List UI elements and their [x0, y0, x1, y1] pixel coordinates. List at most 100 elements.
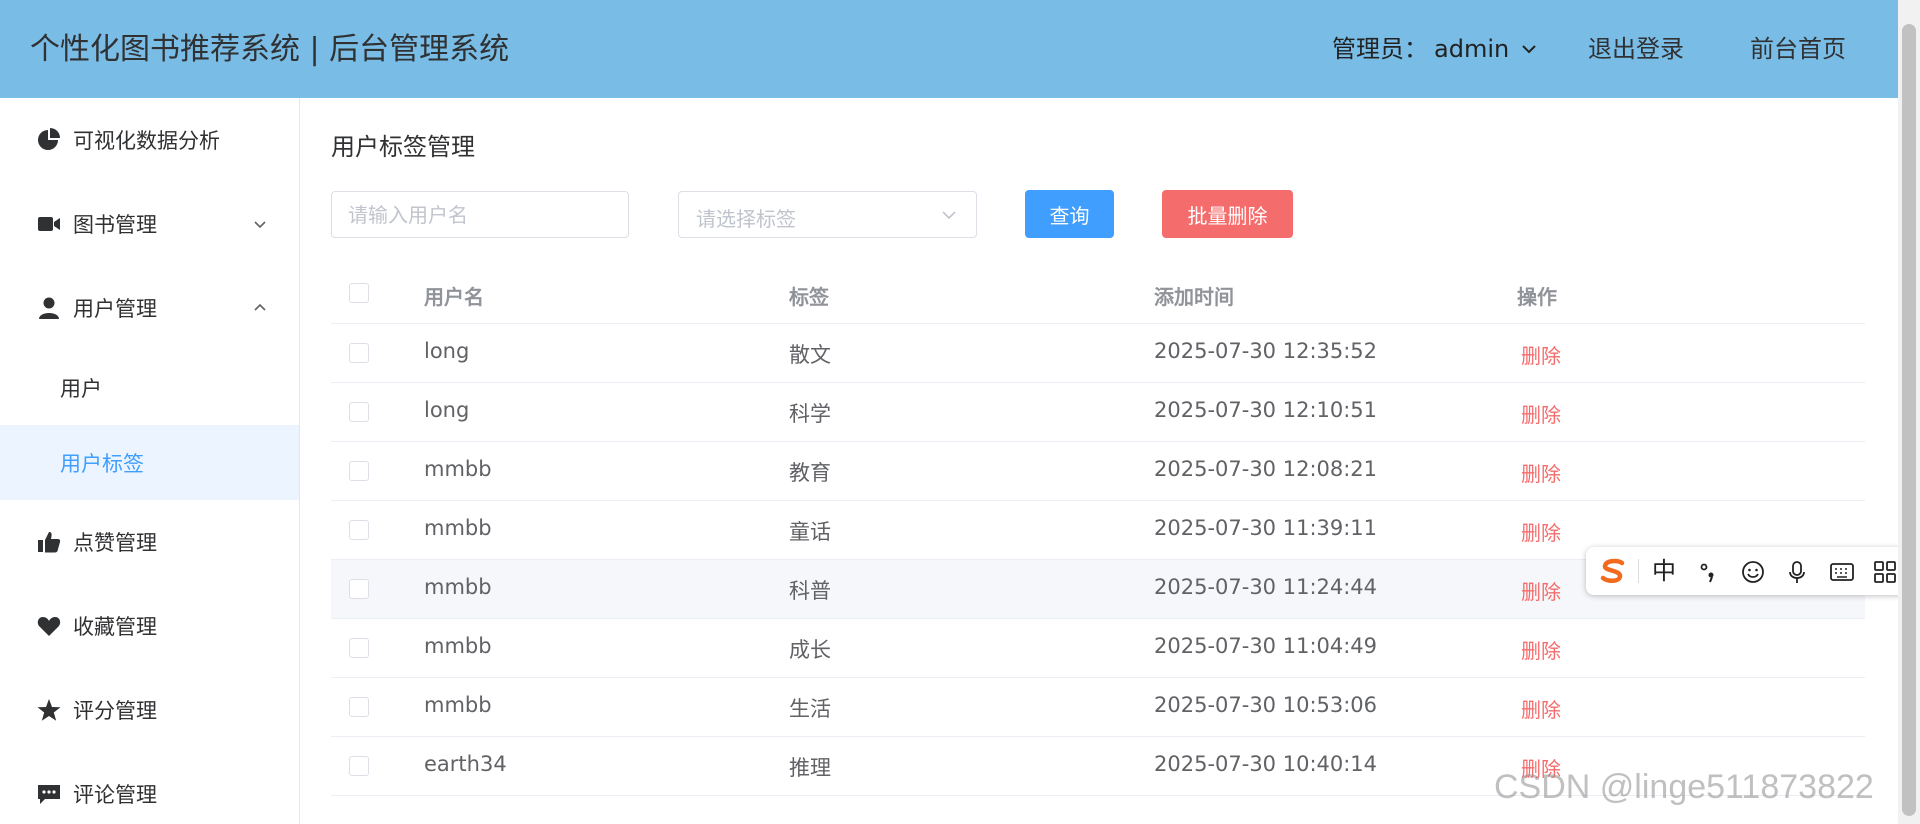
cell-time: 2025-07-30 11:24:44	[1154, 575, 1378, 599]
sidebar-subitem-users[interactable]: 用户	[0, 350, 299, 425]
grid-menu-icon[interactable]	[1872, 559, 1898, 585]
sidebar-subitem-label: 用户标签	[60, 451, 144, 476]
user-tag-table: 用户名 标签 添加时间 操作 long 散文 2025-07-30 12:35:…	[331, 267, 1865, 796]
sidebar-item-favorite-management[interactable]: 收藏管理	[0, 584, 299, 668]
page-scrollbar[interactable]	[1898, 0, 1920, 824]
sidebar-item-like-management[interactable]: 点赞管理	[0, 500, 299, 584]
logout-link[interactable]: 退出登录	[1588, 32, 1684, 66]
cell-tag: 成长	[789, 638, 831, 662]
cell-time: 2025-07-30 12:10:51	[1154, 398, 1378, 422]
row-checkbox[interactable]	[349, 343, 369, 363]
delete-link[interactable]: 删除	[1521, 635, 1561, 664]
delete-link[interactable]: 删除	[1521, 399, 1561, 428]
delete-link[interactable]: 删除	[1521, 458, 1561, 487]
comment-icon	[38, 785, 60, 804]
delete-link[interactable]: 删除	[1521, 576, 1561, 605]
sidebar-subitem-user-tags[interactable]: 用户标签	[0, 425, 299, 500]
sogou-logo-icon[interactable]	[1598, 557, 1628, 585]
username-search-input[interactable]	[331, 191, 629, 238]
row-checkbox[interactable]	[349, 697, 369, 717]
column-header-time: 添加时间	[1154, 285, 1234, 309]
delete-link[interactable]: 删除	[1521, 340, 1561, 369]
cell-username: mmbb	[424, 457, 492, 481]
delete-link[interactable]: 删除	[1521, 694, 1561, 723]
row-checkbox[interactable]	[349, 756, 369, 776]
sidebar-item-rating-management[interactable]: 评分管理	[0, 668, 299, 752]
heart-icon	[37, 617, 61, 636]
sidebar-subitem-label: 用户	[60, 376, 102, 401]
cell-username: mmbb	[424, 634, 492, 658]
chevron-down-icon	[254, 221, 266, 229]
tag-select[interactable]: 请选择标签	[678, 191, 977, 238]
table-row: long 散文 2025-07-30 12:35:52 删除	[331, 324, 1865, 383]
table-row: mmbb 生活 2025-07-30 10:53:06 删除	[331, 678, 1865, 737]
star-icon	[37, 699, 61, 721]
page-title: 用户标签管理	[331, 133, 475, 161]
sidebar-item-label: 可视化数据分析	[73, 129, 220, 153]
chevron-down-icon	[942, 211, 956, 220]
chevron-up-icon	[254, 303, 266, 311]
cell-tag: 散文	[789, 343, 831, 367]
csdn-watermark: CSDN @linge511873822	[1494, 768, 1874, 806]
punctuation-icon[interactable]	[1696, 559, 1722, 585]
user-icon	[39, 297, 59, 319]
ime-chinese-mode[interactable]: 中	[1652, 556, 1676, 586]
cell-time: 2025-07-30 12:35:52	[1154, 339, 1378, 363]
cell-time: 2025-07-30 10:40:14	[1154, 752, 1378, 776]
microphone-icon[interactable]	[1784, 559, 1810, 585]
table-row: long 科学 2025-07-30 12:10:51 删除	[331, 383, 1865, 442]
cell-time: 2025-07-30 11:39:11	[1154, 516, 1378, 540]
cell-username: earth34	[424, 752, 507, 776]
admin-label: 管理员：	[1332, 35, 1428, 63]
sidebar-item-label: 用户管理	[73, 297, 157, 321]
cell-username: long	[424, 339, 470, 363]
table-row: mmbb 成长 2025-07-30 11:04:49 删除	[331, 619, 1865, 678]
cell-time: 2025-07-30 12:08:21	[1154, 457, 1378, 481]
row-checkbox[interactable]	[349, 638, 369, 658]
sidebar-item-comment-management[interactable]: 评论管理	[0, 752, 299, 824]
table-row: mmbb 教育 2025-07-30 12:08:21 删除	[331, 442, 1865, 501]
cell-time: 2025-07-30 11:04:49	[1154, 634, 1378, 658]
cell-tag: 童话	[789, 520, 831, 544]
cell-tag: 推理	[789, 756, 831, 780]
frontend-home-link[interactable]: 前台首页	[1750, 32, 1846, 66]
sidebar-item-label: 收藏管理	[73, 615, 157, 639]
cell-username: mmbb	[424, 516, 492, 540]
ime-separator	[1638, 559, 1639, 583]
cell-tag: 生活	[789, 697, 831, 721]
sidebar-item-data-analysis[interactable]: 可视化数据分析	[0, 98, 299, 182]
thumbs-up-icon	[38, 532, 61, 553]
row-checkbox[interactable]	[349, 461, 369, 481]
cell-tag: 教育	[789, 461, 831, 485]
cell-tag: 科普	[789, 579, 831, 603]
admin-dropdown[interactable]: 管理员： admin	[1332, 32, 1539, 66]
delete-link[interactable]: 删除	[1521, 517, 1561, 546]
query-button[interactable]: 查询	[1025, 190, 1114, 238]
sidebar-item-label: 评论管理	[73, 783, 157, 807]
main-content: 用户标签管理 请选择标签 查询 批量删除 用户名 标签 添加时间 操作 long…	[300, 98, 1898, 824]
column-header-action: 操作	[1517, 285, 1557, 309]
sidebar-item-book-management[interactable]: 图书管理	[0, 182, 299, 266]
sidebar-item-user-management[interactable]: 用户管理	[0, 266, 299, 350]
keyboard-icon[interactable]	[1829, 559, 1855, 585]
select-all-checkbox[interactable]	[349, 283, 369, 303]
row-checkbox[interactable]	[349, 579, 369, 599]
cell-username: long	[424, 398, 470, 422]
cell-username: mmbb	[424, 693, 492, 717]
ime-toolbar[interactable]: 中	[1586, 547, 1906, 595]
pie-chart-icon	[38, 128, 60, 150]
table-header: 用户名 标签 添加时间 操作	[331, 267, 1865, 324]
cell-username: mmbb	[424, 575, 492, 599]
batch-delete-button[interactable]: 批量删除	[1162, 190, 1293, 238]
row-checkbox[interactable]	[349, 402, 369, 422]
sidebar: 可视化数据分析 图书管理 用户管理 用户 用户标签 点赞管理 收藏管理 评分管理…	[0, 98, 300, 824]
top-header: 个性化图书推荐系统 | 后台管理系统 管理员： admin 退出登录 前台首页	[0, 0, 1898, 98]
sidebar-item-label: 评分管理	[73, 699, 157, 723]
emoji-icon[interactable]	[1740, 559, 1766, 585]
scrollbar-thumb[interactable]	[1902, 24, 1916, 816]
tag-select-placeholder: 请选择标签	[696, 207, 796, 231]
sidebar-item-label: 点赞管理	[73, 531, 157, 555]
cell-time: 2025-07-30 10:53:06	[1154, 693, 1378, 717]
row-checkbox[interactable]	[349, 520, 369, 540]
admin-name: admin	[1434, 35, 1510, 63]
